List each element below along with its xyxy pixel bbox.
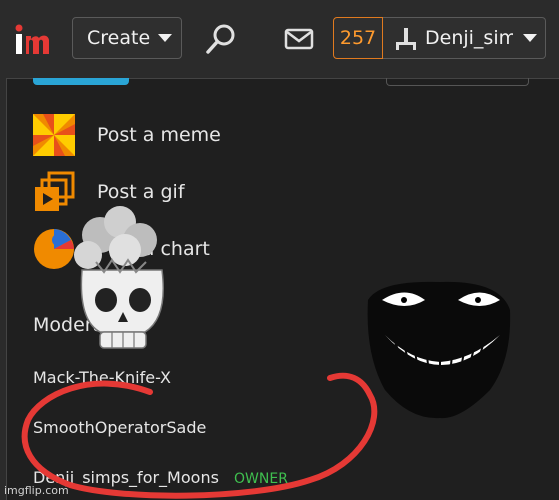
notification-count: 257 — [339, 27, 377, 49]
post-gif-link[interactable]: Post a gif — [33, 171, 185, 213]
owner-badge: OWNER — [234, 471, 288, 487]
pinwheel-icon — [33, 114, 75, 156]
imgflip-logo-icon[interactable] — [12, 22, 60, 58]
moderator-item[interactable]: Denji_simps_for_Moons OWNER — [33, 468, 288, 487]
moderator-name: Mack-The-Knife-X — [33, 368, 171, 387]
imgflip-watermark: imgflip.com — [4, 484, 69, 497]
moderator-name: SmoothOperatorSade — [33, 418, 207, 437]
username-label: Denji_simps_for_Moons — [425, 27, 513, 49]
post-gif-label: Post a gif — [97, 181, 185, 203]
secondary-action-button[interactable] — [386, 78, 529, 86]
top-navigation-bar: Create 257 Denji_simps_for_Moons — [0, 0, 559, 78]
moderator-item[interactable]: Mack-The-Knife-X — [33, 368, 171, 387]
chevron-down-icon — [158, 34, 173, 42]
post-chart-label: Post a chart — [97, 238, 210, 260]
mail-icon[interactable] — [284, 27, 314, 51]
post-meme-link[interactable]: Post a meme — [33, 114, 221, 156]
create-button[interactable]: Create — [72, 17, 182, 59]
film-frames-icon — [35, 171, 75, 211]
post-chart-link[interactable]: Post a chart — [33, 228, 210, 270]
moderators-heading: Moderators — [33, 314, 142, 336]
search-icon[interactable] — [204, 22, 238, 56]
post-meme-label: Post a meme — [97, 124, 221, 146]
chevron-down-icon — [523, 34, 537, 42]
notification-count-button[interactable]: 257 — [333, 17, 383, 59]
user-avatar-icon — [396, 28, 416, 50]
primary-action-button[interactable] — [33, 78, 129, 85]
user-menu-button[interactable]: Denji_simps_for_Moons — [383, 17, 546, 59]
pie-chart-icon — [34, 229, 74, 269]
moderator-item[interactable]: SmoothOperatorSade — [33, 418, 206, 437]
create-button-label: Create — [87, 27, 151, 49]
